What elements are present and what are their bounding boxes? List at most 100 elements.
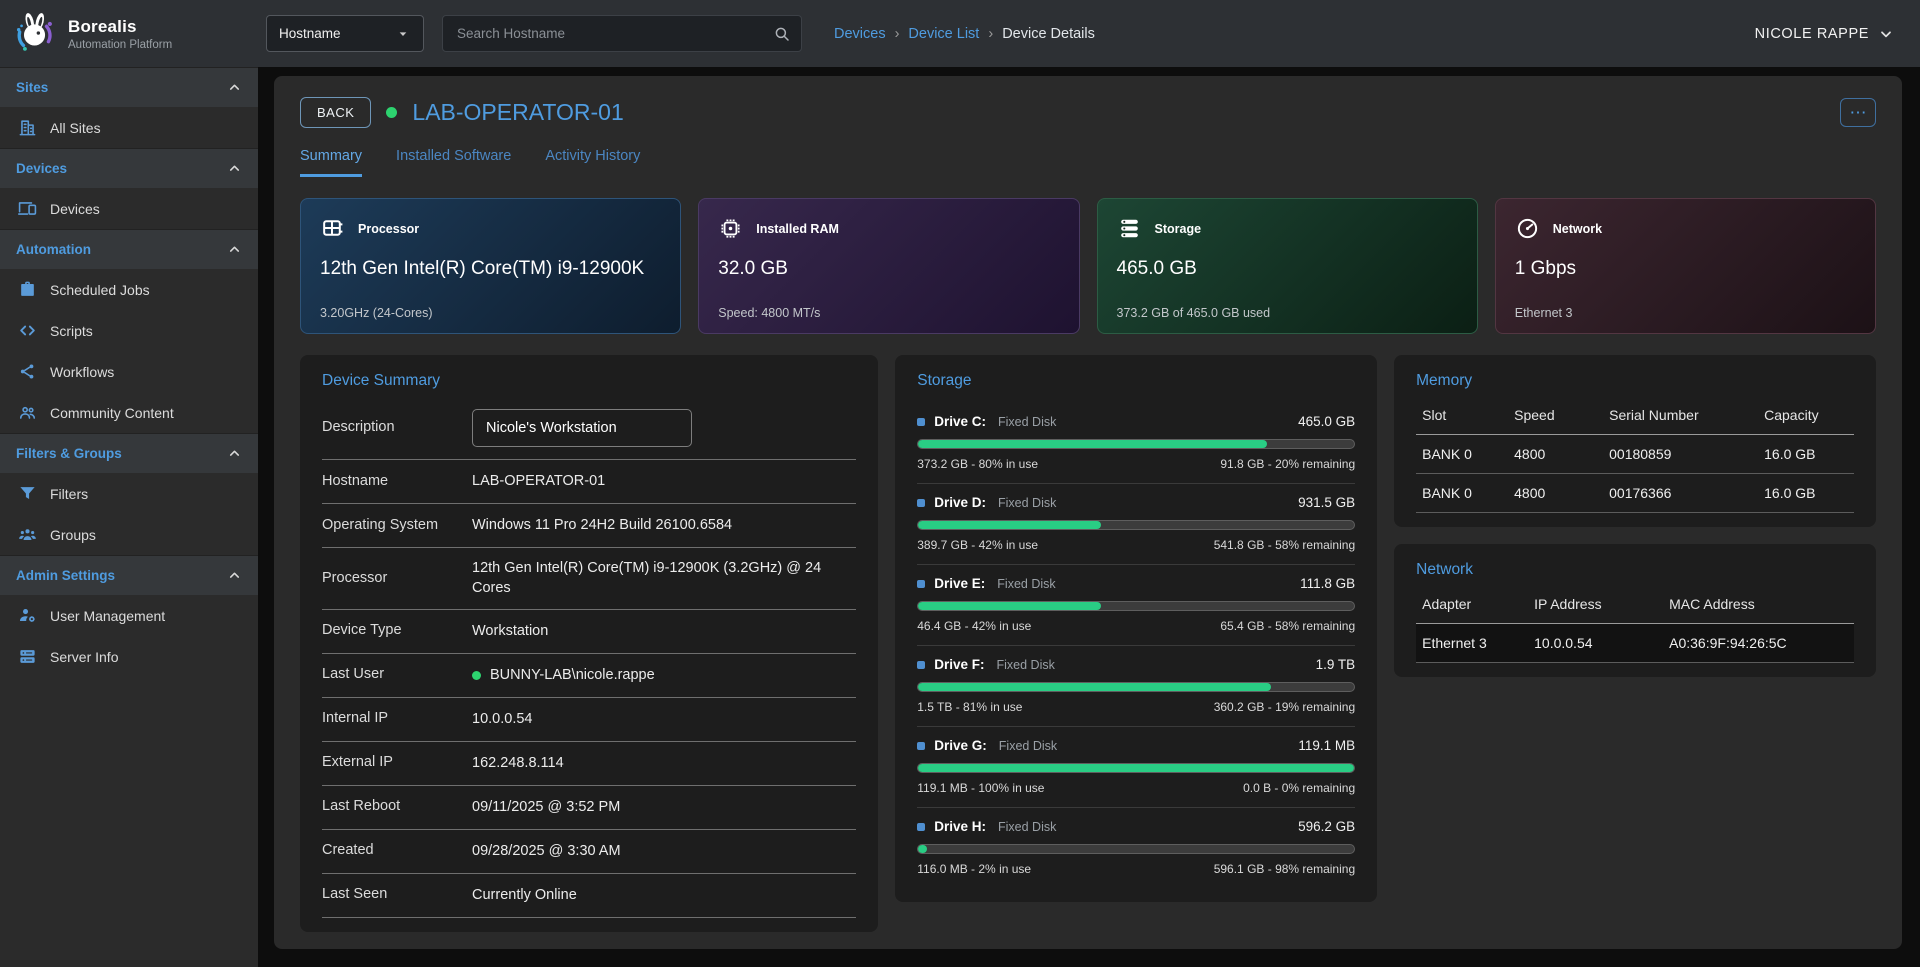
app-name: Borealis <box>68 17 172 37</box>
user-name: NICOLE RAPPE <box>1755 26 1869 42</box>
sidebar-section-devices[interactable]: Devices <box>0 148 258 188</box>
search-icon[interactable] <box>773 25 791 43</box>
drive-type: Fixed Disk <box>999 739 1057 753</box>
summary-value: 09/11/2025 @ 3:52 PM <box>472 797 620 817</box>
sidebar-item[interactable]: Scheduled Jobs <box>0 269 258 310</box>
user-gear-icon <box>18 606 37 625</box>
more-actions-button[interactable]: ⋯ <box>1840 98 1876 127</box>
column-header: Slot <box>1422 407 1514 423</box>
online-status-dot <box>472 671 481 680</box>
sidebar-item-label: Filters <box>50 486 88 502</box>
stat-card-value: 12th Gen Intel(R) Core(TM) i9-12900K <box>320 258 661 280</box>
search-input[interactable] <box>457 26 773 41</box>
sidebar-section-sites[interactable]: Sites <box>0 67 258 107</box>
summary-row: External IP 162.248.8.114 <box>322 742 856 786</box>
drive-usage-fill <box>918 845 927 853</box>
summary-value: Windows 11 Pro 24H2 Build 26100.6584 <box>472 515 732 535</box>
tab-bar: Summary Installed Software Activity Hist… <box>300 148 1876 177</box>
stat-card-value: 1 Gbps <box>1515 258 1856 280</box>
drive-type: Fixed Disk <box>997 658 1055 672</box>
sidebar-item-label: Community Content <box>50 405 174 421</box>
drive-name: Drive G: <box>934 738 987 753</box>
chevron-up-icon <box>227 568 242 583</box>
cpu-icon <box>320 216 345 241</box>
drive-bullet-icon <box>917 580 925 588</box>
drive-bullet-icon <box>917 499 925 507</box>
sidebar-item[interactable]: Filters <box>0 473 258 514</box>
sidebar-item-label: User Management <box>50 608 165 624</box>
drive-total: 119.1 MB <box>1298 738 1355 753</box>
gauge-icon <box>1515 216 1540 241</box>
sidebar-item[interactable]: User Management <box>0 595 258 636</box>
summary-value: 162.248.8.114 <box>472 753 564 773</box>
drive-type: Fixed Disk <box>997 577 1055 591</box>
sidebar-item[interactable]: Workflows <box>0 351 258 392</box>
breadcrumb-item[interactable]: Device List › <box>908 26 993 42</box>
summary-row: Operating System Windows 11 Pro 24H2 Bui… <box>322 504 856 548</box>
chevron-up-icon <box>227 161 242 176</box>
summary-row: Hostname LAB-OPERATOR-01 <box>322 460 856 504</box>
drive-type: Fixed Disk <box>998 820 1056 834</box>
sidebar-item[interactable]: Groups <box>0 514 258 555</box>
drive-total: 596.2 GB <box>1298 819 1355 834</box>
drive-row: Drive H: Fixed Disk 596.2 GB 116.0 MB - … <box>917 808 1355 888</box>
column-header: Speed <box>1514 407 1609 423</box>
memory-capacity: 16.0 GB <box>1764 446 1848 462</box>
device-details-card: BACK LAB-OPERATOR-01 ⋯ Summary Installed… <box>274 76 1902 949</box>
memory-speed: 4800 <box>1514 485 1609 501</box>
sidebar-item[interactable]: Server Info <box>0 636 258 677</box>
summary-label: Processor <box>322 569 472 589</box>
drive-remaining: 360.2 GB - 19% remaining <box>1214 700 1355 714</box>
chevron-up-icon <box>227 446 242 461</box>
sidebar-item-label: Workflows <box>50 364 114 380</box>
drive-bullet-icon <box>917 418 925 426</box>
caret-down-icon <box>395 26 411 42</box>
drive-total: 111.8 GB <box>1300 576 1355 591</box>
stat-card-label: Installed RAM <box>756 222 839 236</box>
sidebar-section-admin-settings[interactable]: Admin Settings <box>0 555 258 595</box>
sidebar-section-automation[interactable]: Automation <box>0 229 258 269</box>
sidebar-section-filters-groups[interactable]: Filters & Groups <box>0 433 258 473</box>
network-adapter: Ethernet 3 <box>1422 635 1534 651</box>
topbar: Hostname Devices › Device List › Device … <box>258 0 1920 67</box>
drive-type: Fixed Disk <box>998 415 1056 429</box>
drive-total: 465.0 GB <box>1298 414 1355 429</box>
drive-row: Drive G: Fixed Disk 119.1 MB 119.1 MB - … <box>917 727 1355 808</box>
summary-value: LAB-OPERATOR-01 <box>472 471 605 491</box>
tab[interactable]: Installed Software <box>396 148 511 177</box>
drive-usage-bar <box>917 439 1355 449</box>
stat-card-footer: 373.2 GB of 465.0 GB used <box>1117 306 1271 320</box>
back-button[interactable]: BACK <box>300 97 371 128</box>
breadcrumb-item[interactable]: Device Details › <box>1002 26 1095 42</box>
tab[interactable]: Activity History <box>545 148 640 177</box>
sidebar-item-label: Groups <box>50 527 96 543</box>
panel-title: Network <box>1416 561 1854 579</box>
drive-total: 1.9 TB <box>1316 657 1356 672</box>
drive-usage-fill <box>918 683 1271 691</box>
chevron-down-icon <box>1878 26 1894 42</box>
summary-label: Last User <box>322 665 472 685</box>
sidebar-item-label: Devices <box>50 201 100 217</box>
page-title: LAB-OPERATOR-01 <box>412 99 623 126</box>
description-input[interactable] <box>472 409 692 447</box>
network-row: Ethernet 3 10.0.0.54 A0:36:9F:94:26:5C <box>1416 624 1854 663</box>
memory-row: BANK 0 4800 00180859 16.0 GB <box>1416 435 1854 474</box>
sidebar-item[interactable]: All Sites <box>0 107 258 148</box>
stat-card-value: 465.0 GB <box>1117 258 1458 280</box>
sidebar-item[interactable]: Devices <box>0 188 258 229</box>
summary-row: Created 09/28/2025 @ 3:30 AM <box>322 830 856 874</box>
sidebar-item[interactable]: Community Content <box>0 392 258 433</box>
drive-row: Drive F: Fixed Disk 1.9 TB 1.5 TB - 81% … <box>917 646 1355 727</box>
community-icon <box>18 403 37 422</box>
sidebar-item-label: Scripts <box>50 323 93 339</box>
drive-name: Drive F: <box>934 657 984 672</box>
stat-card: Installed RAM 32.0 GB Speed: 4800 MT/s <box>698 198 1079 334</box>
network-ip: 10.0.0.54 <box>1534 635 1669 651</box>
hostname-filter-dropdown[interactable]: Hostname <box>266 15 424 52</box>
sidebar-item[interactable]: Scripts <box>0 310 258 351</box>
tab[interactable]: Summary <box>300 148 362 177</box>
devices-icon <box>18 199 37 218</box>
breadcrumb-item[interactable]: Devices › <box>834 26 899 42</box>
user-menu[interactable]: NICOLE RAPPE <box>1755 26 1894 42</box>
section-label: Sites <box>16 80 48 95</box>
